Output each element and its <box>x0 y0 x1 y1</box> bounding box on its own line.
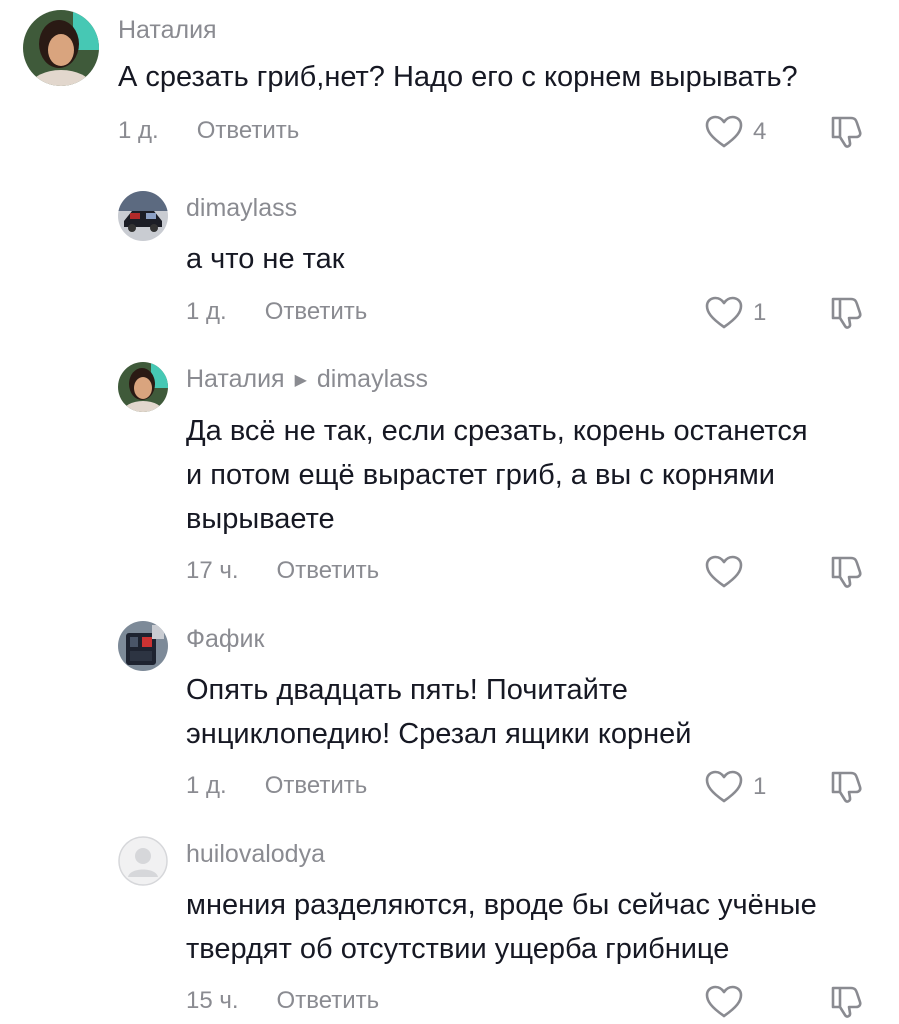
like-count: 1 <box>753 773 767 800</box>
reply-button[interactable]: Ответить <box>277 557 380 584</box>
comment-meta: 17 ч. Ответить <box>186 556 379 586</box>
thumbs-down-icon <box>831 297 862 329</box>
like-button[interactable] <box>705 985 753 1019</box>
reply-button[interactable]: Ответить <box>265 298 368 325</box>
heart-icon <box>705 985 743 1018</box>
comment-text: Да всё не так, если срезать, корень оста… <box>186 409 808 541</box>
avatar[interactable] <box>118 836 168 886</box>
avatar[interactable] <box>23 10 99 86</box>
profile-photo-woman-icon <box>23 10 99 86</box>
comment-time: 17 ч. <box>186 557 239 584</box>
like-button[interactable]: 1 <box>705 770 766 804</box>
heart-icon <box>705 555 743 588</box>
comment-text-line: и потом ещё вырастет гриб, а вы с корням… <box>186 459 775 491</box>
heart-icon <box>705 296 743 329</box>
comment-meta: 15 ч. Ответить <box>186 986 379 1016</box>
thumbs-down-icon <box>831 556 862 588</box>
thumbs-down-icon <box>831 116 862 148</box>
reply-to-user[interactable]: dimaylass <box>317 365 428 393</box>
comment-time: 1 д. <box>186 772 227 799</box>
comment-meta: 1 д. Ответить <box>118 116 299 146</box>
comment-time: 1 д. <box>118 117 159 144</box>
avatar[interactable] <box>118 191 168 241</box>
comment-meta: 1 д. Ответить <box>186 297 367 327</box>
heart-icon <box>705 770 743 803</box>
comment-time: 1 д. <box>186 298 227 325</box>
avatar[interactable] <box>118 621 168 671</box>
comment-text: а что не так <box>186 237 344 281</box>
comment-text: Опять двадцать пять! Почитайте энциклопе… <box>186 668 691 756</box>
like-button[interactable]: 4 <box>705 115 766 149</box>
comment-text-line: Да всё не так, если срезать, корень оста… <box>186 415 808 447</box>
profile-photo-car-icon <box>118 191 168 241</box>
comment-text-line: вырываете <box>186 503 335 535</box>
profile-photo-device-icon <box>118 621 168 671</box>
dislike-button[interactable] <box>829 768 865 804</box>
reply-author[interactable]: Наталия <box>186 365 285 393</box>
comment-username[interactable]: dimaylass <box>186 193 297 223</box>
dislike-button[interactable] <box>829 294 865 330</box>
comment-text-line: мнения разделяются, вроде бы сейчас учён… <box>186 889 817 921</box>
comment-text-line: энциклопедию! Срезал ящики корней <box>186 718 692 750</box>
like-count: 4 <box>753 118 767 145</box>
comment-username[interactable]: huilovalodya <box>186 839 325 869</box>
like-button[interactable] <box>705 555 753 589</box>
comment-text-line: а что не так <box>186 243 345 275</box>
reply-button[interactable]: Ответить <box>197 117 300 144</box>
like-button[interactable]: 1 <box>705 296 766 330</box>
dislike-button[interactable] <box>829 553 865 589</box>
comment-username[interactable]: Фафик <box>186 624 264 654</box>
comment-text-line: твердят об отсутствии ущерба грибнице <box>186 933 730 965</box>
profile-photo-woman-icon <box>118 362 168 412</box>
like-count: 1 <box>753 299 767 326</box>
thumbs-down-icon <box>831 771 862 803</box>
comment-text: А срезать гриб,нет? Надо его с корнем вы… <box>118 55 798 99</box>
dislike-button[interactable] <box>829 113 865 149</box>
comment-text-line: Опять двадцать пять! Почитайте <box>186 674 628 706</box>
comment-text-line: А срезать гриб,нет? Надо его с корнем вы… <box>118 61 798 93</box>
comment-username[interactable]: Наталия ▶ dimaylass <box>186 364 428 398</box>
heart-icon <box>705 115 743 148</box>
default-avatar-icon <box>118 836 168 886</box>
avatar[interactable] <box>118 362 168 412</box>
reply-arrow-icon: ▶ <box>294 372 307 389</box>
comment-text: мнения разделяются, вроде бы сейчас учён… <box>186 883 817 971</box>
thumbs-down-icon <box>831 986 862 1018</box>
comment-time: 15 ч. <box>186 987 239 1014</box>
reply-button[interactable]: Ответить <box>265 772 368 799</box>
comment-meta: 1 д. Ответить <box>186 771 367 801</box>
comment-username[interactable]: Наталия <box>118 15 217 45</box>
dislike-button[interactable] <box>829 983 865 1019</box>
reply-button[interactable]: Ответить <box>277 987 380 1014</box>
